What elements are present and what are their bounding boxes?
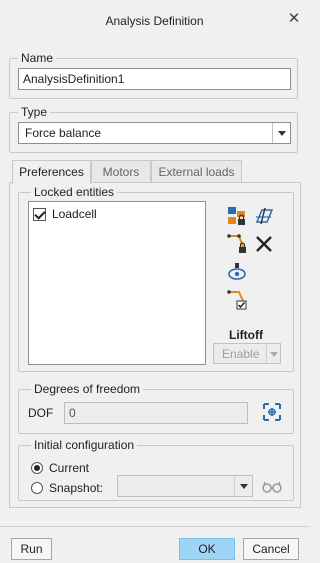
dof-evaluate-icon[interactable] [262,402,282,422]
snapshot-radio-label[interactable]: Snapshot: [49,481,103,495]
type-group-label: Type [18,105,51,119]
lock-planes-icon[interactable] [254,206,274,226]
footer-divider [0,526,309,527]
snapshot-radio[interactable] [31,482,43,494]
dof-label: DOF [28,406,54,420]
chevron-down-icon [234,476,252,496]
lock-bodies-icon[interactable] [227,206,247,226]
lock-joint-icon[interactable] [227,234,247,254]
type-select[interactable]: Force balance [18,122,291,144]
run-button[interactable]: Run [11,538,52,560]
delete-icon[interactable] [254,234,274,254]
chevron-down-icon[interactable] [272,123,290,143]
dof-group-label: Degrees of freedom [31,382,144,396]
list-item[interactable]: Loadcell [33,206,97,222]
current-radio[interactable] [31,462,43,474]
chevron-down-icon [266,344,280,363]
tab-motors[interactable]: Motors [91,160,151,183]
glasses-icon[interactable] [261,476,283,496]
liftoff-label: Liftoff [229,328,263,342]
dialog-title: Analysis Definition [105,14,204,28]
tab-preferences[interactable]: Preferences [12,160,91,184]
list-item-label: Loadcell [52,207,97,221]
locked-entities-label: Locked entities [31,185,118,199]
current-radio-label[interactable]: Current [49,461,89,475]
dof-field: 0 [64,402,248,424]
lock-connection-icon[interactable] [227,290,247,310]
snapshot-select [117,475,253,497]
locked-entities-list[interactable]: Loadcell [28,201,206,365]
lock-view-icon[interactable] [227,262,247,282]
liftoff-enable-button: Enable [213,343,281,364]
name-input[interactable]: AnalysisDefinition1 [18,68,291,90]
ok-button[interactable]: OK [179,538,235,560]
liftoff-enable-label: Enable [222,347,260,361]
name-group-label: Name [18,51,57,65]
type-select-value: Force balance [25,126,102,140]
initial-config-label: Initial configuration [31,438,138,452]
title-bar: Analysis Definition ✕ [0,0,309,40]
tab-external-loads[interactable]: External loads [151,160,242,183]
loadcell-checkbox[interactable] [33,207,46,221]
close-icon[interactable]: ✕ [287,11,301,27]
cancel-button[interactable]: Cancel [243,538,299,560]
